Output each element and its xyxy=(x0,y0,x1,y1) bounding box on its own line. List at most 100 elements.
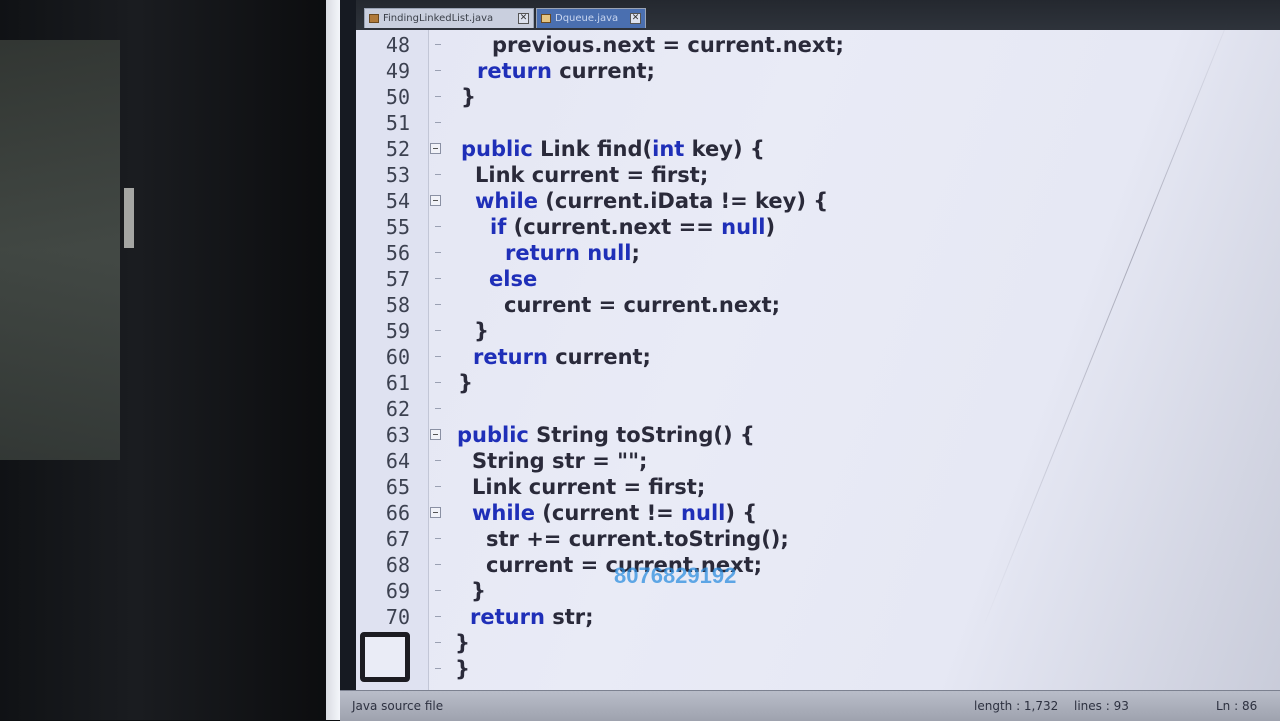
code-editor[interactable]: FindingLinkedList.java ✕ Dqueue.java ✕ 4… xyxy=(356,0,1280,720)
close-icon[interactable]: ✕ xyxy=(630,13,641,24)
fold-guide xyxy=(435,356,441,357)
code-token: } xyxy=(474,319,489,343)
code-text: String str = ""; xyxy=(472,448,647,474)
fold-guide xyxy=(435,304,441,305)
code-line[interactable]: 56 return null; xyxy=(356,240,1280,266)
code-token: str += current.toString(); xyxy=(486,527,789,551)
java-file-icon xyxy=(541,14,551,23)
code-line[interactable]: 68 current = current.next; xyxy=(356,552,1280,578)
code-text: str += current.toString(); xyxy=(486,526,789,552)
fold-guide xyxy=(435,278,441,279)
fold-guide xyxy=(435,122,441,123)
fold-guide xyxy=(435,668,441,669)
code-token: (current != xyxy=(535,501,682,525)
code-line[interactable]: 48 previous.next = current.next; xyxy=(356,32,1280,58)
code-line[interactable]: 57 else xyxy=(356,266,1280,292)
tab-findinglinkedlist[interactable]: FindingLinkedList.java ✕ xyxy=(364,8,534,28)
code-line[interactable]: 59} xyxy=(356,318,1280,344)
code-token: } xyxy=(458,371,473,395)
fold-guide xyxy=(435,460,441,461)
code-token: current = current.next; xyxy=(504,293,781,317)
code-line[interactable]: 51 xyxy=(356,110,1280,136)
code-line[interactable]: 64 String str = ""; xyxy=(356,448,1280,474)
line-number: 67 xyxy=(385,527,410,551)
code-line[interactable]: 49 return current; xyxy=(356,58,1280,84)
line-number: 62 xyxy=(385,397,410,421)
code-line[interactable]: 67 str += current.toString(); xyxy=(356,526,1280,552)
code-text: while (current.iData != key) { xyxy=(475,188,828,214)
fold-toggle-icon[interactable] xyxy=(430,429,441,440)
fold-toggle-icon[interactable] xyxy=(430,195,441,206)
fold-guide xyxy=(435,70,441,71)
keyword-token: null xyxy=(721,215,766,239)
code-line[interactable]: 70 return str; xyxy=(356,604,1280,630)
code-line[interactable]: 60 return current; xyxy=(356,344,1280,370)
line-number: 53 xyxy=(385,163,410,187)
code-line[interactable]: 50} xyxy=(356,84,1280,110)
code-text: } xyxy=(455,630,470,656)
line-number: 66 xyxy=(385,501,410,525)
tab-label: FindingLinkedList.java xyxy=(383,13,494,24)
line-number: 58 xyxy=(385,293,410,317)
status-file-type: Java source file xyxy=(352,699,444,713)
keyword-token: null xyxy=(681,501,726,525)
line-number: 50 xyxy=(385,85,410,109)
keyword-token: return xyxy=(473,345,548,369)
code-line[interactable]: 58 current = current.next; xyxy=(356,292,1280,318)
tab-bar: FindingLinkedList.java ✕ Dqueue.java ✕ xyxy=(356,0,1280,30)
code-text: } xyxy=(458,370,473,396)
close-icon[interactable]: ✕ xyxy=(518,13,529,24)
code-text: } xyxy=(474,318,489,344)
fold-toggle-icon[interactable] xyxy=(430,143,441,154)
fold-guide xyxy=(435,44,441,45)
line-number: 60 xyxy=(385,345,410,369)
code-text: } xyxy=(471,578,486,604)
keyword-token: return null xyxy=(505,241,632,265)
keyword-token: if xyxy=(490,215,507,239)
code-text: else xyxy=(489,266,537,292)
fold-guide xyxy=(435,330,441,331)
code-token: } xyxy=(461,85,476,109)
code-line[interactable]: 54 while (current.iData != key) { xyxy=(356,188,1280,214)
keyword-token: return xyxy=(470,605,545,629)
keyword-token: return xyxy=(477,59,552,83)
line-number: 61 xyxy=(385,371,410,395)
status-bar: Java source file length : 1,732 lines : … xyxy=(340,690,1280,721)
code-line[interactable]: 63 public String toString() { xyxy=(356,422,1280,448)
fold-guide xyxy=(435,174,441,175)
code-text: public String toString() { xyxy=(457,422,755,448)
code-line[interactable]: 52 public Link find(int key) { xyxy=(356,136,1280,162)
code-line[interactable]: 53 Link current = first; xyxy=(356,162,1280,188)
line-number: 68 xyxy=(385,553,410,577)
code-line[interactable]: } xyxy=(356,656,1280,682)
code-token: current; xyxy=(551,59,655,83)
code-line[interactable]: 66 while (current != null) { xyxy=(356,500,1280,526)
code-text: if (current.next == null) xyxy=(490,214,775,240)
code-line[interactable]: } xyxy=(356,630,1280,656)
code-text: Link current = first; xyxy=(475,162,708,188)
code-token: (current.next == xyxy=(506,215,722,239)
line-number: 55 xyxy=(385,215,410,239)
line-number: 48 xyxy=(385,33,410,57)
code-line[interactable]: 62 xyxy=(356,396,1280,422)
line-number: 69 xyxy=(385,579,410,603)
code-text: } xyxy=(455,656,470,682)
fold-toggle-icon[interactable] xyxy=(430,507,441,518)
java-file-icon xyxy=(369,14,379,23)
code-line[interactable]: 61} xyxy=(356,370,1280,396)
code-token: (current.iData != key) { xyxy=(538,189,829,213)
code-line[interactable]: 65 Link current = first; xyxy=(356,474,1280,500)
status-position: Ln : 86 xyxy=(1216,699,1258,713)
code-text: return current; xyxy=(477,58,655,84)
fold-guide xyxy=(435,486,441,487)
tab-label: Dqueue.java xyxy=(555,13,619,24)
line-number: 70 xyxy=(385,605,410,629)
tab-dqueue[interactable]: Dqueue.java ✕ xyxy=(536,8,646,28)
code-token: Link current = first; xyxy=(475,163,709,187)
code-line[interactable]: 69} xyxy=(356,578,1280,604)
code-token: key) { xyxy=(684,137,765,161)
fold-guide xyxy=(435,226,441,227)
line-number: 49 xyxy=(385,59,410,83)
code-text: } xyxy=(461,84,476,110)
fold-guide xyxy=(435,408,441,409)
